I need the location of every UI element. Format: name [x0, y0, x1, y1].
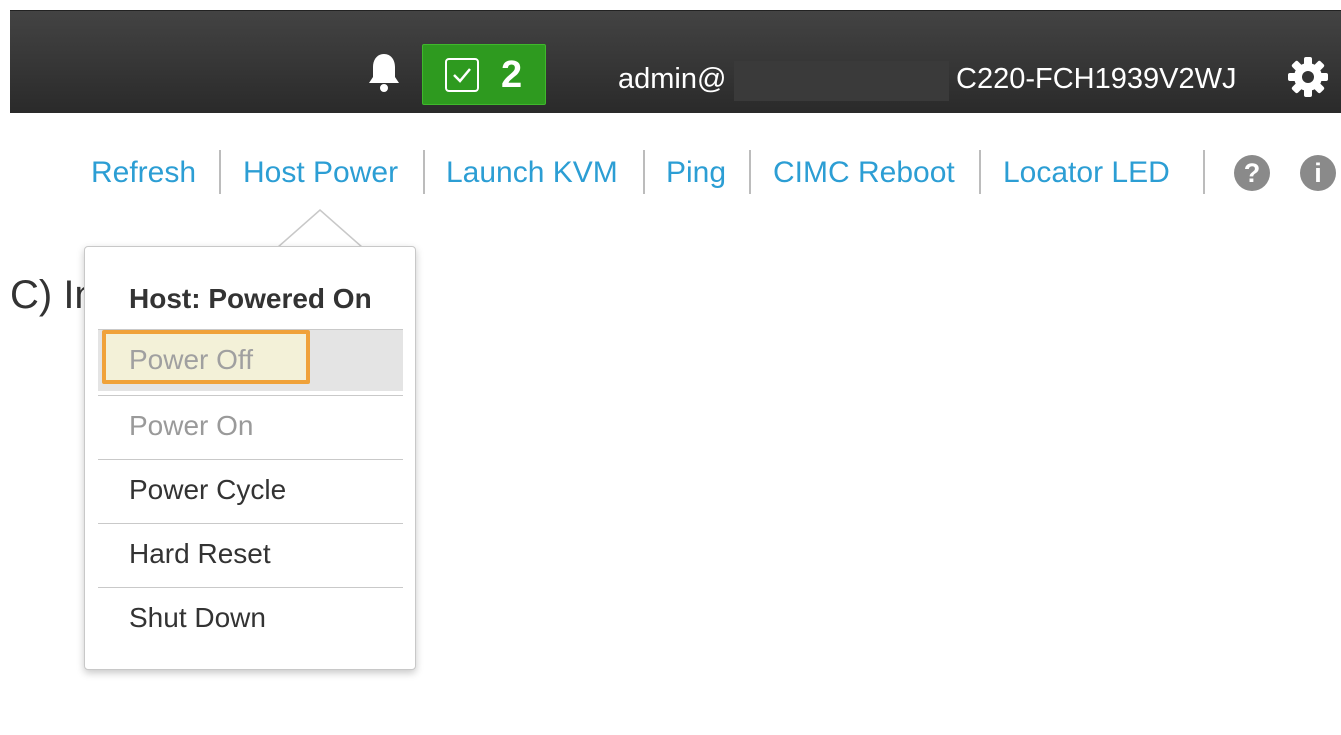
info-icon[interactable]: i: [1300, 155, 1336, 191]
hostname-label: C220-FCH1939V2WJ: [956, 63, 1237, 95]
masked-address: [734, 61, 949, 101]
gear-icon[interactable]: [1286, 55, 1330, 99]
locator-led-link[interactable]: Locator LED: [1003, 153, 1170, 193]
top-header-bar: 2 admin@ C220-FCH1939V2WJ: [10, 10, 1341, 113]
toolbar-separator: [1203, 150, 1205, 194]
power-cycle-item[interactable]: Power Cycle: [98, 459, 403, 521]
host-power-link[interactable]: Host Power: [243, 153, 398, 193]
launch-kvm-link[interactable]: Launch KVM: [446, 153, 618, 193]
ping-link[interactable]: Ping: [666, 153, 726, 193]
toolbar-separator: [423, 150, 425, 194]
task-status-badge[interactable]: 2: [422, 44, 546, 105]
toolbar-separator: [979, 150, 981, 194]
power-off-item[interactable]: Power Off: [98, 329, 403, 391]
shut-down-item[interactable]: Shut Down: [98, 587, 403, 649]
bell-icon[interactable]: [366, 51, 402, 93]
menu-item-label: Hard Reset: [129, 538, 271, 569]
host-power-menu: Host: Powered On Power Off Power On Powe…: [84, 246, 416, 670]
menu-item-label: Power Off: [129, 344, 253, 375]
host-power-status: Host: Powered On: [129, 283, 372, 314]
dropdown-caret: [278, 209, 362, 248]
menu-item-label: Power On: [129, 410, 254, 441]
help-icon[interactable]: ?: [1234, 155, 1270, 191]
checkbox-icon: [445, 58, 479, 92]
hard-reset-item[interactable]: Hard Reset: [98, 523, 403, 585]
refresh-link[interactable]: Refresh: [91, 153, 196, 193]
user-label: admin@: [618, 63, 727, 95]
power-on-item[interactable]: Power On: [98, 395, 403, 457]
toolbar-separator: [643, 150, 645, 194]
toolbar-separator: [749, 150, 751, 194]
toolbar-separator: [219, 150, 221, 194]
menu-item-label: Shut Down: [129, 602, 266, 633]
task-count: 2: [501, 54, 523, 96]
cimc-reboot-link[interactable]: CIMC Reboot: [773, 153, 955, 193]
menu-item-label: Power Cycle: [129, 474, 287, 505]
